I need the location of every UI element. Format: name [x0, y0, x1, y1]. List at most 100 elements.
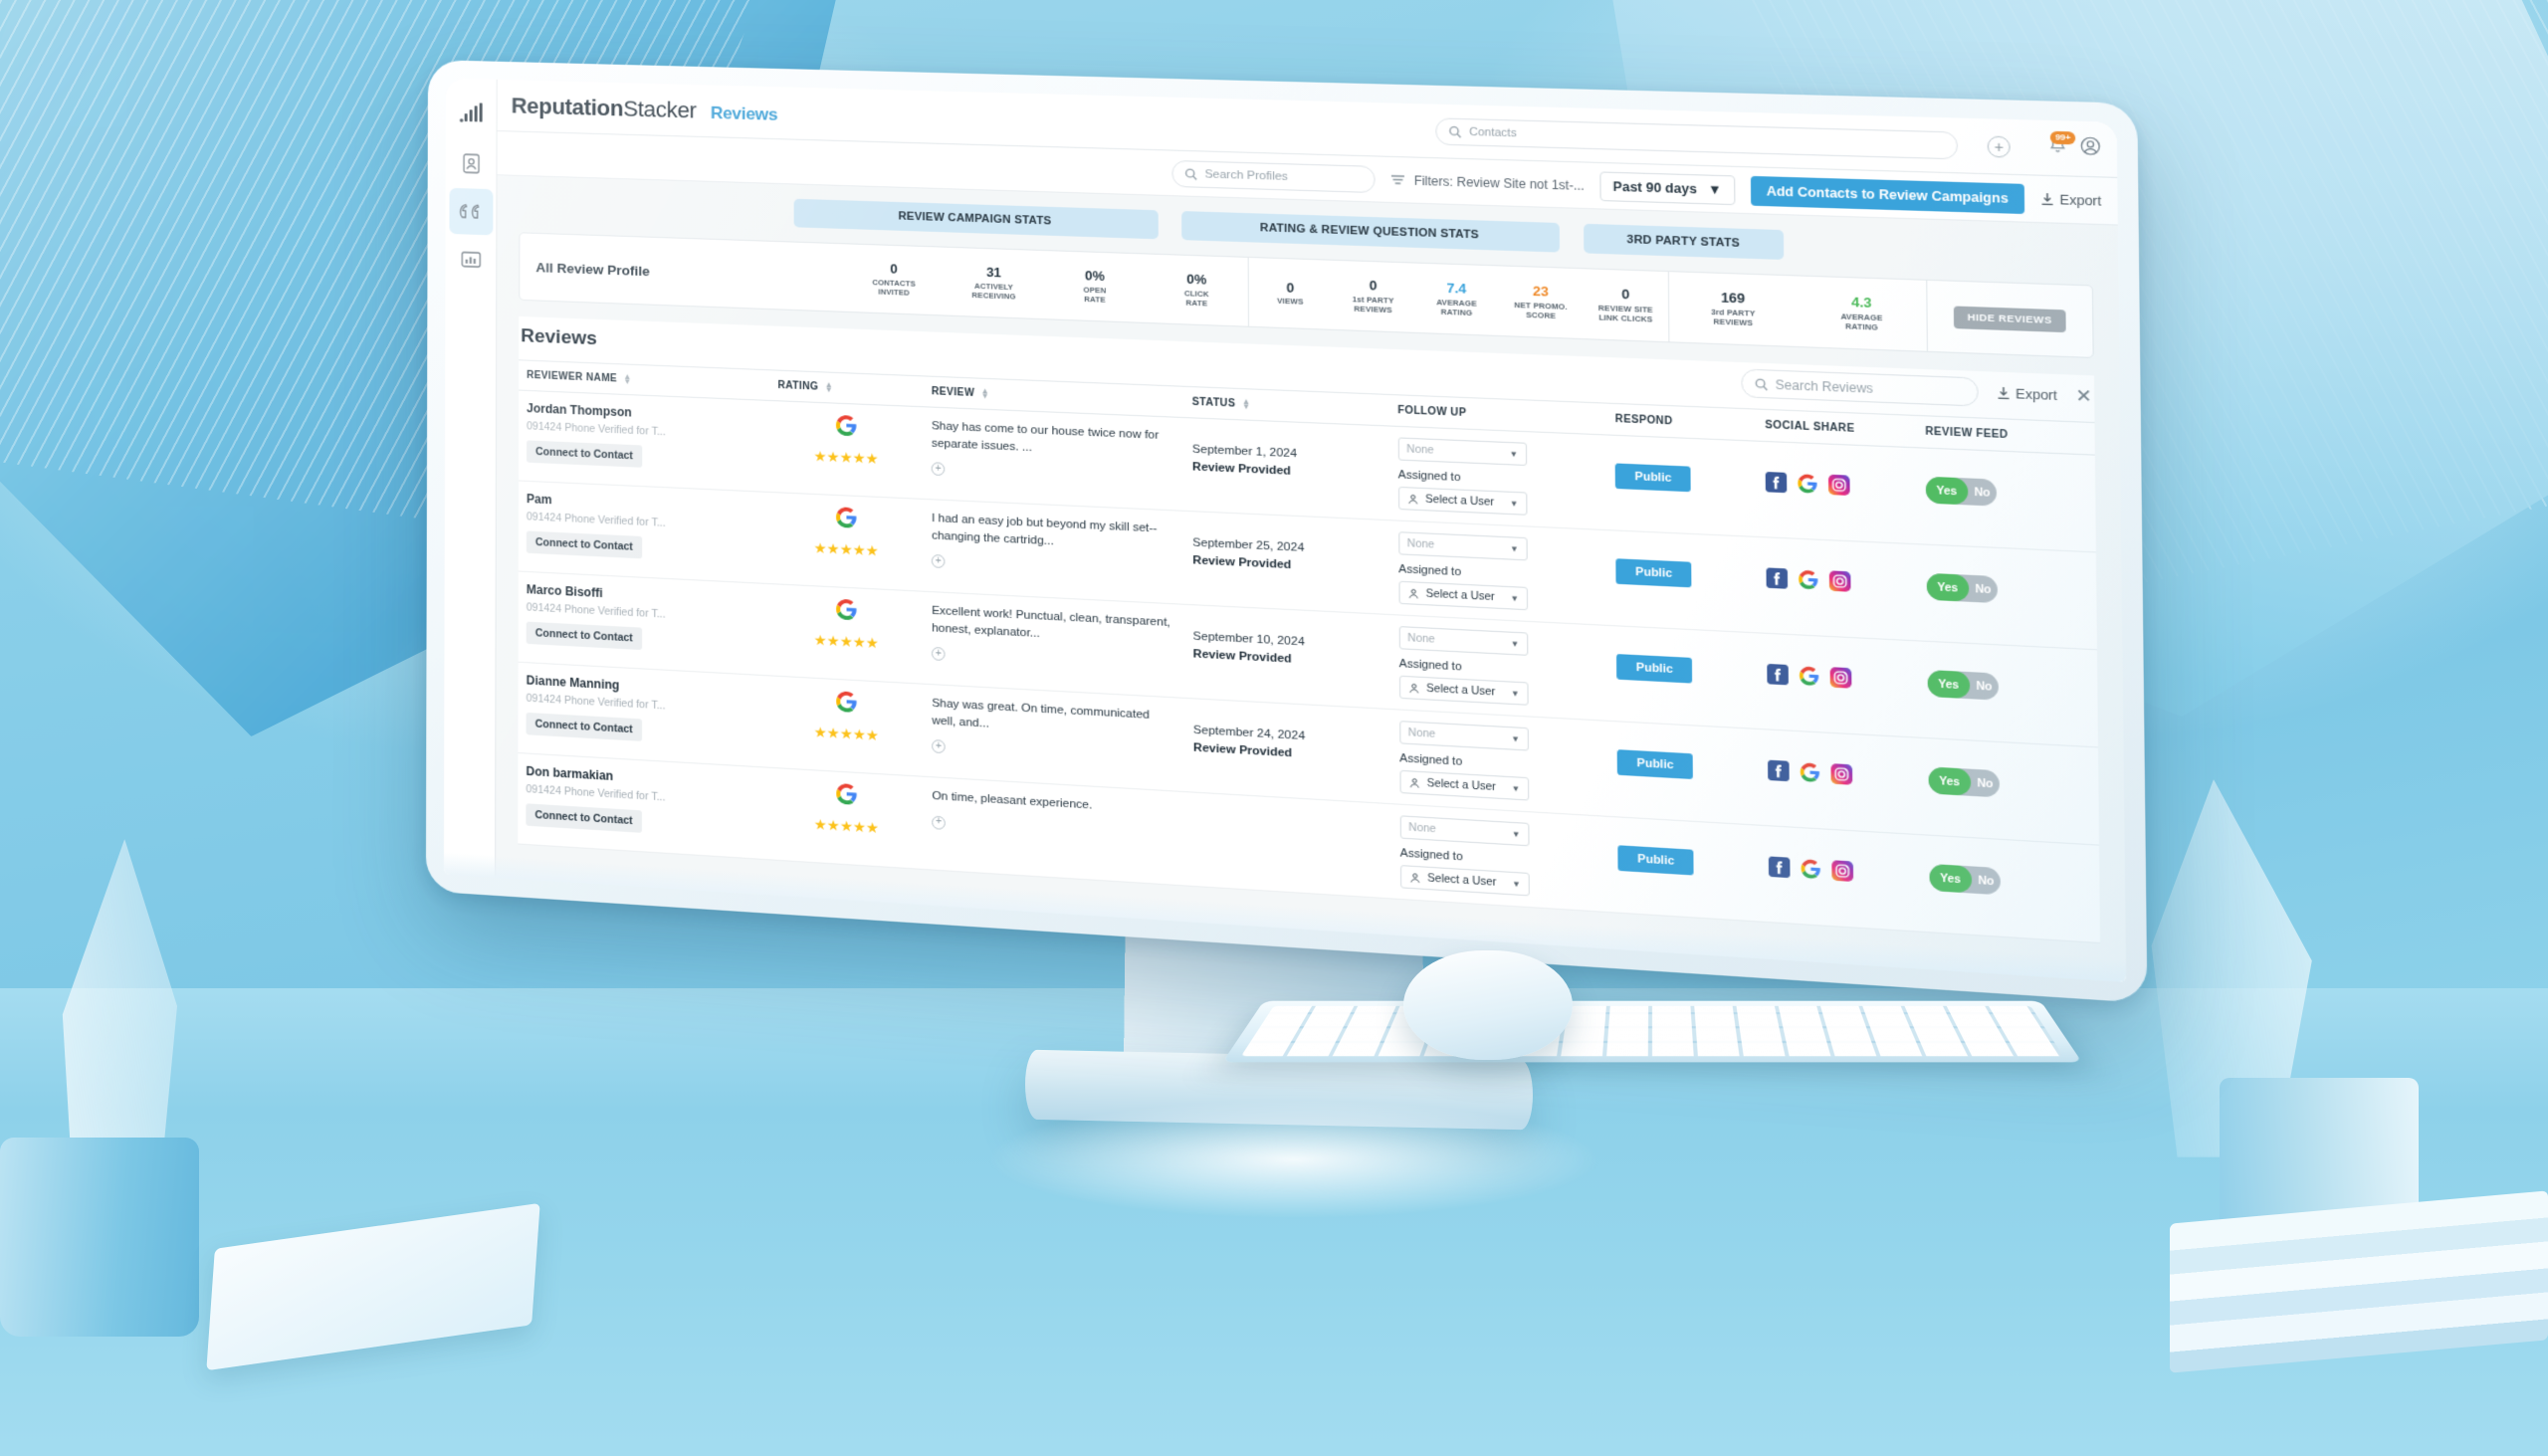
- expand-icon[interactable]: +: [931, 462, 946, 477]
- instagram-icon[interactable]: [1829, 667, 1852, 689]
- tab-3rd-party-stats[interactable]: 3RD PARTY STATS: [1584, 223, 1785, 260]
- facebook-icon[interactable]: [1768, 759, 1790, 782]
- cell-rating: ★★★★★: [769, 583, 924, 685]
- connect-to-contact-button[interactable]: Connect to Contact: [526, 803, 642, 833]
- cell-rating: ★★★★★: [769, 400, 924, 500]
- mouse: [1403, 950, 1573, 1060]
- review-feed-toggle[interactable]: Yes No: [1928, 766, 2000, 798]
- expand-icon[interactable]: +: [932, 739, 946, 754]
- sidebar-item-reports[interactable]: [449, 236, 493, 284]
- cell-follow-up: None ▼ Assigned to Select a User ▼: [1388, 425, 1607, 530]
- expand-icon[interactable]: +: [932, 815, 946, 830]
- cell-status: September 24, 2024 Review Provided: [1184, 698, 1391, 804]
- reviews-table-body: Jordan Thompson 091424 Phone Verified for…: [518, 390, 2101, 943]
- status-badge: Review Provided: [1191, 461, 1291, 478]
- google-icon[interactable]: [1799, 666, 1820, 688]
- sort-icon: ▲ ▼: [1241, 396, 1251, 411]
- respond-public-button[interactable]: Public: [1617, 749, 1694, 780]
- assigned-user-value: Select a User: [1427, 872, 1497, 890]
- connect-to-contact-button[interactable]: Connect to Contact: [526, 530, 642, 559]
- google-icon[interactable]: [1797, 473, 1818, 494]
- follow-up-select[interactable]: None ▼: [1397, 437, 1527, 467]
- stat-value: 169: [1720, 290, 1746, 307]
- stat-value: 0: [890, 261, 898, 278]
- reviews-panel-actions: Search Reviews Export ✕: [1740, 368, 2092, 411]
- follow-up-select[interactable]: None ▼: [1397, 531, 1528, 561]
- stat-value: 4.3: [1850, 294, 1872, 312]
- sidebar-item-contacts[interactable]: [449, 140, 493, 187]
- brand-logo[interactable]: ReputationStacker Reviews: [512, 93, 778, 126]
- review-feed-toggle[interactable]: Yes No: [1927, 669, 1999, 701]
- tab-review-campaign-stats[interactable]: REVIEW CAMPAIGN STATS: [793, 198, 1159, 240]
- date-range-select[interactable]: Past 90 days ▼: [1599, 170, 1736, 205]
- instagram-icon[interactable]: [1828, 474, 1850, 497]
- facebook-icon[interactable]: [1766, 567, 1789, 589]
- respond-public-button[interactable]: Public: [1615, 558, 1692, 588]
- stat-label: VIEWS: [1276, 296, 1304, 307]
- assigned-user-select[interactable]: Select a User ▼: [1399, 865, 1530, 897]
- google-icon[interactable]: [1798, 569, 1819, 590]
- facebook-icon[interactable]: [1765, 471, 1788, 494]
- assigned-user-select[interactable]: Select a User ▼: [1398, 675, 1529, 706]
- cell-follow-up: None ▼ Assigned to Select a User ▼: [1390, 709, 1609, 817]
- search-icon: [1754, 377, 1768, 390]
- respond-public-button[interactable]: Public: [1616, 654, 1693, 684]
- reviews-export-button[interactable]: Export: [1997, 385, 2057, 403]
- star-rating: ★★★★★: [813, 539, 879, 559]
- assigned-user-select[interactable]: Select a User ▼: [1399, 769, 1530, 801]
- user-icon: [1408, 682, 1420, 694]
- contacts-search-input[interactable]: Contacts: [1435, 116, 1959, 159]
- tab-rating-review-question-stats[interactable]: RATING & REVIEW QUESTION STATS: [1181, 211, 1560, 253]
- search-profiles-input[interactable]: Search Profiles: [1171, 159, 1376, 193]
- hide-reviews-button[interactable]: HIDE REVIEWS: [1953, 305, 2066, 332]
- notifications-button[interactable]: 99+: [2049, 130, 2076, 159]
- cell-respond: Public: [1607, 625, 1759, 729]
- star-rating: ★★★★★: [813, 815, 880, 837]
- respond-public-button[interactable]: Public: [1615, 463, 1692, 493]
- search-reviews-input[interactable]: Search Reviews: [1740, 368, 1979, 407]
- instagram-icon[interactable]: [1831, 860, 1854, 883]
- review-feed-toggle[interactable]: Yes No: [1926, 572, 1998, 604]
- col-label: RATING: [777, 379, 819, 393]
- brand-light: Stacker: [623, 95, 697, 123]
- search-icon: [1448, 124, 1461, 137]
- add-contacts-to-review-campaigns-button[interactable]: Add Contacts to Review Campaigns: [1750, 175, 2024, 214]
- expand-icon[interactable]: +: [932, 647, 946, 662]
- follow-up-select[interactable]: None ▼: [1398, 626, 1529, 656]
- google-icon[interactable]: [1801, 858, 1822, 880]
- user-circle-icon[interactable]: [2080, 136, 2101, 161]
- close-icon[interactable]: ✕: [2075, 386, 2092, 407]
- stat-contacts-invited: 0 CONTACTS INVITED: [844, 261, 944, 299]
- expand-icon[interactable]: +: [931, 554, 946, 569]
- cell-review-text: Shay has come to our house twice now for…: [923, 406, 1184, 512]
- connect-to-contact-button[interactable]: Connect to Contact: [527, 440, 643, 468]
- download-icon: [2040, 192, 2054, 206]
- social-share-icons: [1768, 856, 1911, 885]
- instagram-icon[interactable]: [1828, 570, 1851, 592]
- filters-button[interactable]: Filters: Review Site not 1st-...: [1390, 172, 1585, 193]
- respond-public-button[interactable]: Public: [1617, 845, 1694, 876]
- follow-up-select[interactable]: None ▼: [1399, 815, 1530, 847]
- google-icon: [835, 507, 857, 528]
- stat-label: ACTIVELY RECEIVING: [971, 281, 1016, 302]
- sidebar-item-reviews[interactable]: [448, 187, 493, 236]
- facebook-icon[interactable]: [1767, 663, 1790, 686]
- assigned-user-select[interactable]: Select a User ▼: [1397, 486, 1528, 516]
- plus-circle-icon[interactable]: +: [1987, 134, 2011, 158]
- assigned-user-select[interactable]: Select a User ▼: [1398, 580, 1528, 611]
- cell-reviewer: Don barmakian 091424 Phone Verified for T…: [518, 752, 770, 860]
- search-reviews-placeholder: Search Reviews: [1775, 376, 1873, 396]
- brand-section-label: Reviews: [710, 103, 778, 124]
- connect-to-contact-button[interactable]: Connect to Contact: [526, 712, 642, 741]
- review-feed-toggle[interactable]: Yes No: [1929, 863, 2001, 896]
- facebook-icon[interactable]: [1768, 856, 1791, 879]
- assigned-user-value: Select a User: [1426, 682, 1496, 699]
- google-icon[interactable]: [1800, 761, 1821, 783]
- follow-up-select[interactable]: None ▼: [1398, 721, 1529, 751]
- connect-to-contact-button[interactable]: Connect to Contact: [526, 621, 642, 651]
- col-label: FOLLOW UP: [1397, 404, 1467, 420]
- logo-bars-icon[interactable]: [449, 87, 493, 139]
- export-button[interactable]: Export: [2040, 191, 2101, 208]
- instagram-icon[interactable]: [1830, 763, 1853, 785]
- review-feed-toggle[interactable]: Yes No: [1925, 476, 1997, 507]
